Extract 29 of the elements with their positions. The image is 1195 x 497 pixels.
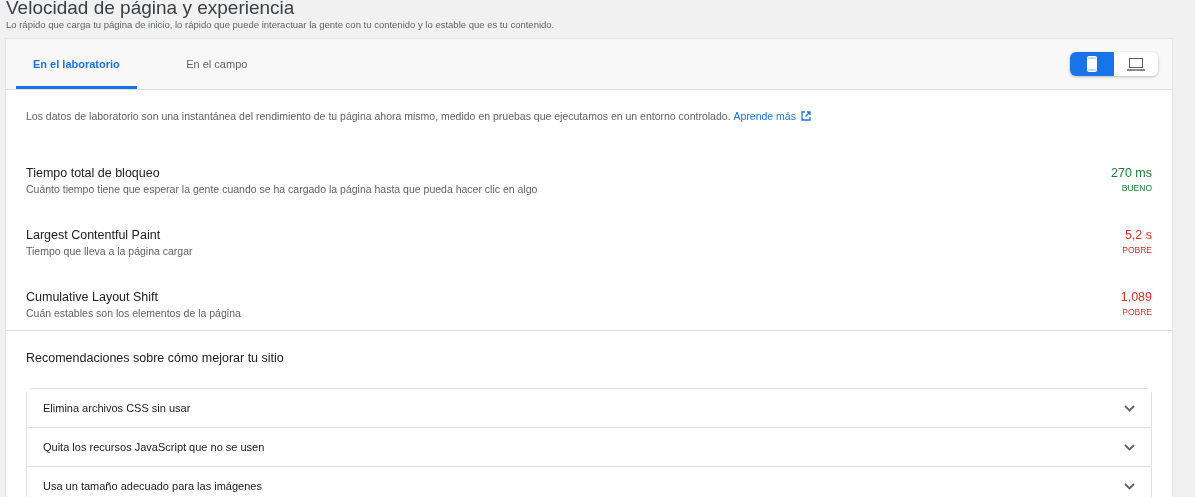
metric-name: Tiempo total de bloqueo xyxy=(26,166,161,180)
laptop-icon xyxy=(1127,57,1145,71)
chevron-icon xyxy=(1124,404,1135,412)
metric-value: 5,2 s xyxy=(1124,228,1152,242)
page-subtitle: Lo rápido que carga tu página de inicio, lo rápido que puede interactuar la gente con tu contenido y lo estable que es tu contenido. xyxy=(6,19,556,30)
metric-value: 270 ms xyxy=(1111,166,1152,180)
device-button[interactable] xyxy=(1114,52,1158,76)
device-button[interactable] xyxy=(1070,52,1114,76)
page-title: Velocidad de página y experiencia xyxy=(6,0,296,19)
chevron-icon xyxy=(1124,443,1135,451)
device-toggle[interactable] xyxy=(1070,52,1158,76)
intro-text: Los datos de laboratorio son una instantánea del rendimiento de tu página ahora mismo, medido en pruebas que ejecutamos en un entorno controlado. Aprende más xyxy=(6,90,1172,146)
metric-rating: BUENO xyxy=(1121,183,1152,193)
metric-value: 1,089 xyxy=(1120,290,1152,304)
chevron-icon xyxy=(1124,482,1135,490)
metric-description: Cuán estables son los elementos de la página xyxy=(26,307,241,319)
phone-icon xyxy=(1087,56,1097,72)
external-link-icon xyxy=(800,111,811,121)
metric-rating: POBRE xyxy=(1122,245,1152,255)
metric-description: Tiempo que lleva a la página cargar xyxy=(26,245,193,257)
metric-rating: POBRE xyxy=(1122,307,1152,317)
recommendations-title: Recomendaciones sobre cómo mejorar tu sitio xyxy=(25,350,285,367)
tab[interactable]: En el campo xyxy=(161,42,272,89)
recommendation-item[interactable]: Elimina archivos CSS sin usar xyxy=(27,389,1151,428)
tab[interactable]: En el laboratorio xyxy=(16,42,137,89)
metric-name: Cumulative Layout Shift xyxy=(26,290,159,304)
learn-more-link[interactable]: Aprende más xyxy=(733,110,811,122)
metric-name: Largest Contentful Paint xyxy=(26,228,162,242)
metric-description: Cuánto tiempo tiene que esperar la gente cuando se ha cargado la página hasta que pueda hacer clic en algo xyxy=(26,183,538,195)
